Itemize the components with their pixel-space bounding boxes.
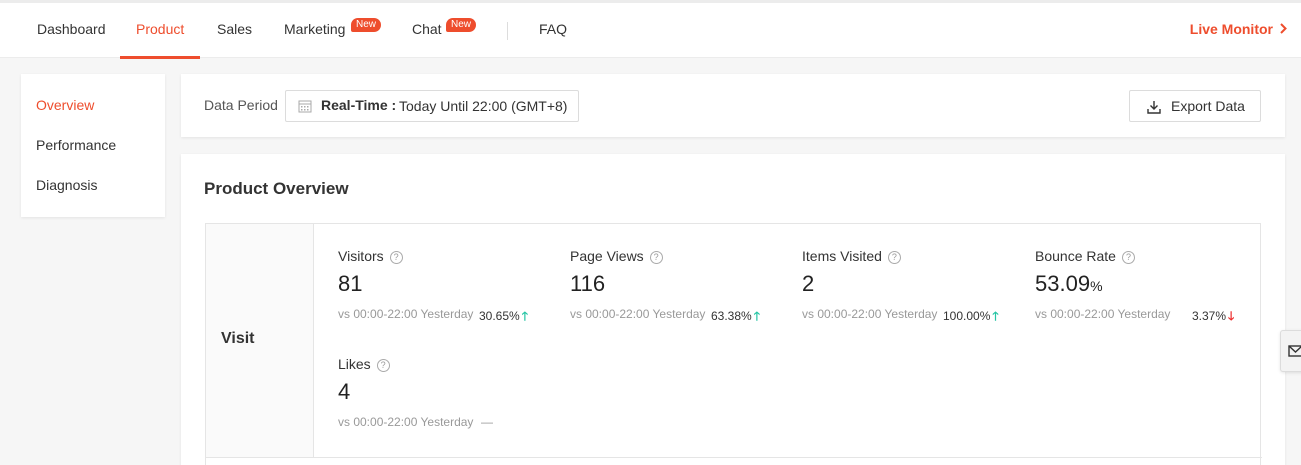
data-period-bar: Data Period Real-Time : Today Until 22:0…	[181, 74, 1285, 137]
question-circle-icon[interactable]: ?	[1121, 251, 1135, 264]
metric-unit: %	[1090, 278, 1103, 294]
nav-tab-product[interactable]: Product	[120, 3, 201, 59]
download-icon	[1146, 99, 1162, 115]
metric-change: 30.65% 🡑	[479, 307, 528, 328]
metric-name: Page Views	[570, 248, 644, 264]
nav-tab-faq[interactable]: FAQ	[539, 3, 567, 58]
metric-change: 63.38% 🡑	[711, 307, 760, 328]
metrics-group-label: Visit	[221, 330, 255, 347]
arrow-up-icon: 🡑	[753, 309, 760, 323]
metric-change-value: 100.00%	[943, 309, 991, 323]
top-navigation: Dashboard Product Sales Marketing New Ch…	[0, 0, 1301, 59]
metric-comparison: vs 00:00-22:00 Yesterday	[338, 415, 474, 429]
question-circle-icon[interactable]: ?	[389, 251, 403, 264]
visit-metrics-panel: Visit Visitors? 81 vs 00:00-22:00 Yester…	[205, 223, 1262, 465]
side-item-performance[interactable]: Performance	[36, 137, 116, 153]
metric-name: Bounce Rate	[1035, 248, 1116, 264]
export-data-button[interactable]: Export Data	[1129, 90, 1261, 122]
arrow-up-icon: 🡑	[992, 309, 999, 323]
period-range: Today Until 22:00 (GMT+8)	[399, 98, 568, 114]
metric-page-views: Page Views? 116 vs 00:00-22:00 Yesterday…	[570, 248, 790, 338]
period-mode: Real-Time :	[321, 97, 397, 113]
metric-bounce-rate: Bounce Rate? 53.09% vs 00:00-22:00 Yeste…	[1035, 248, 1255, 338]
metric-name: Items Visited	[802, 248, 882, 264]
data-period-label: Data Period	[204, 97, 278, 113]
metric-comparison: vs 00:00-22:00 Yesterday	[802, 307, 938, 321]
metric-name: Visitors	[338, 248, 384, 264]
calendar-icon	[298, 99, 312, 113]
metric-visitors: Visitors? 81 vs 00:00-22:00 Yesterday 30…	[338, 248, 558, 338]
chat-widget-button[interactable]	[1280, 330, 1301, 372]
new-badge: New	[351, 18, 382, 32]
metric-change-value: 3.37%	[1192, 309, 1227, 323]
live-monitor-link[interactable]: Live Monitor	[1190, 3, 1287, 58]
metric-change-value: —	[481, 415, 493, 429]
metric-change: 3.37% 🡓	[1192, 307, 1234, 328]
metric-value: 116	[570, 271, 606, 296]
live-monitor-label: Live Monitor	[1189, 21, 1273, 37]
arrow-down-icon: 🡓	[1228, 309, 1235, 323]
side-item-diagnosis[interactable]: Diagnosis	[36, 177, 97, 193]
metrics-row-divider	[206, 457, 1262, 458]
side-menu: Overview Performance Diagnosis	[21, 74, 165, 217]
side-item-overview[interactable]: Overview	[36, 97, 94, 113]
metric-items-visited: Items Visited? 2 vs 00:00-22:00 Yesterda…	[802, 248, 1022, 338]
metric-comparison: vs 00:00-22:00 Yesterday	[338, 307, 474, 321]
data-period-selector[interactable]: Real-Time : Today Until 22:00 (GMT+8)	[285, 90, 579, 122]
nav-tab-sales[interactable]: Sales	[217, 3, 252, 58]
question-circle-icon[interactable]: ?	[887, 251, 901, 264]
nav-tab-product-label: Product	[136, 21, 185, 37]
metric-value: 53.09	[1035, 271, 1091, 296]
export-data-label: Export Data	[1171, 98, 1245, 114]
nav-tab-chat[interactable]: Chat	[412, 3, 442, 58]
nav-tab-dashboard[interactable]: Dashboard	[37, 3, 106, 58]
metric-likes: Likes? 4 vs 00:00-22:00 Yesterday —	[338, 356, 558, 446]
chat-envelope-icon	[1288, 345, 1301, 357]
metric-change-value: 63.38%	[711, 309, 752, 323]
arrow-up-icon: 🡑	[521, 309, 528, 323]
question-circle-icon[interactable]: ?	[376, 359, 390, 372]
nav-tab-marketing[interactable]: Marketing	[284, 3, 345, 58]
product-overview-title: Product Overview	[204, 179, 349, 198]
metric-value: 4	[338, 379, 351, 404]
metric-comparison: vs 00:00-22:00 Yesterday	[1035, 307, 1171, 321]
new-badge: New	[446, 18, 477, 32]
metric-name: Likes	[338, 356, 371, 372]
product-overview-card: Product Overview Visit Visitors? 81 vs 0…	[181, 154, 1285, 465]
nav-divider	[507, 22, 508, 40]
metric-value: 2	[802, 271, 815, 296]
metric-change-value: 30.65%	[479, 309, 520, 323]
question-circle-icon[interactable]: ?	[649, 251, 663, 264]
metric-value: 81	[338, 271, 363, 296]
metric-comparison: vs 00:00-22:00 Yesterday	[570, 307, 706, 321]
metrics-group-label-cell: Visit	[206, 224, 314, 457]
metric-change: —	[481, 415, 493, 429]
chevron-right-icon	[1279, 3, 1287, 55]
metric-change: 100.00% 🡑	[943, 307, 999, 328]
